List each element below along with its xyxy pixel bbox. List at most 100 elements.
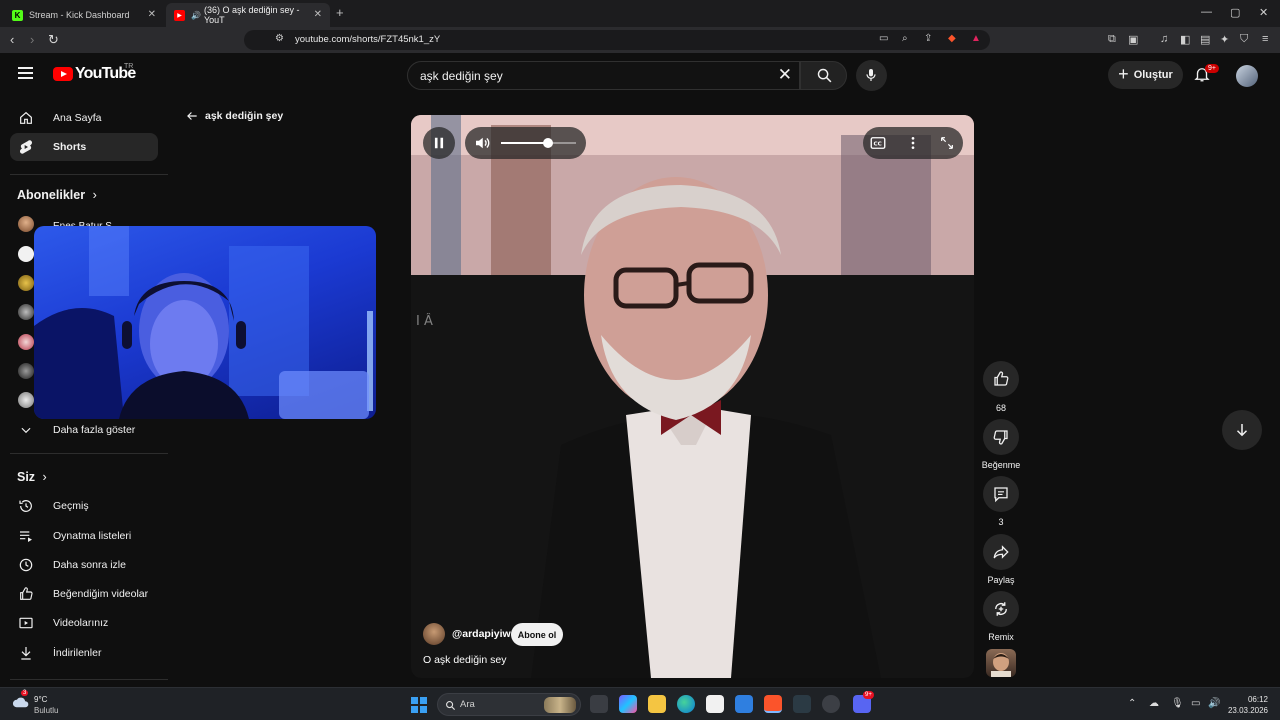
volume-slider-handle[interactable] — [542, 138, 553, 148]
create-label: Oluştur — [1133, 69, 1173, 81]
create-button[interactable]: + Oluştur — [1108, 61, 1183, 89]
hamburger-menu-icon[interactable] — [18, 67, 33, 79]
media-icon[interactable]: ♫ — [1160, 33, 1168, 45]
subscription-avatar[interactable] — [18, 304, 34, 320]
steam-icon[interactable] — [822, 695, 840, 713]
sidebar-toggle-icon[interactable]: ◧ — [1180, 33, 1190, 46]
task-view-icon[interactable] — [590, 695, 608, 713]
more-options-icon[interactable] — [905, 135, 921, 151]
pause-button[interactable] — [423, 127, 455, 159]
sidebar-item-liked-videos[interactable]: Beğendiğim videolar — [10, 580, 158, 608]
back-to-search-query[interactable]: aşk dediğin şey — [205, 110, 283, 122]
minimize-icon[interactable]: — — [1201, 6, 1212, 18]
share-page-icon[interactable]: ⇪ — [924, 33, 932, 44]
webcam-overlay — [34, 226, 376, 419]
next-short-button[interactable] — [1222, 410, 1262, 450]
browser-menu-icon[interactable]: ≡ — [1262, 33, 1268, 45]
weather-widget[interactable]: 3 — [12, 690, 30, 709]
brave-shield-icon[interactable]: ◆ — [948, 33, 956, 44]
window-close-icon[interactable]: ✕ — [1259, 6, 1268, 19]
microsoft-store-icon[interactable] — [706, 695, 724, 713]
you-heading[interactable]: Siz › — [17, 470, 47, 484]
app-icon[interactable] — [793, 695, 811, 713]
microphone-icon[interactable]: 🎙 — [1171, 698, 1184, 709]
brave-rewards-icon[interactable]: ▲ — [971, 33, 981, 44]
sound-thumbnail[interactable] — [986, 649, 1016, 677]
captions-icon[interactable]: CC — [869, 134, 887, 152]
subscriptions-heading[interactable]: Abonelikler › — [17, 188, 97, 202]
tray-expand-icon[interactable]: ⌃ — [1128, 698, 1136, 709]
share-button[interactable] — [983, 534, 1019, 570]
volume-slider[interactable] — [501, 138, 576, 148]
edge-icon[interactable] — [677, 695, 695, 713]
clear-search-icon[interactable]: ✕ — [778, 65, 792, 85]
fullscreen-icon[interactable] — [939, 135, 955, 151]
shorts-player[interactable]: I Â CC @ardapiyiw Abone ol O aşk dediğin… — [411, 115, 974, 678]
volume-icon[interactable] — [473, 134, 491, 152]
forward-icon[interactable]: › — [30, 32, 34, 47]
network-icon[interactable]: ▭ — [1191, 698, 1200, 709]
back-arrow-icon[interactable] — [185, 109, 199, 123]
site-settings-icon[interactable]: ⚙ — [275, 33, 284, 44]
vpn-shield-icon[interactable]: ⛉ — [1240, 33, 1248, 46]
kick-favicon-icon: K — [12, 9, 23, 21]
thumb-up-icon — [994, 371, 1009, 386]
subscription-avatar[interactable] — [18, 275, 34, 291]
subscription-avatar[interactable] — [18, 246, 34, 262]
sidebar-item-shorts[interactable]: Shorts — [10, 133, 158, 161]
taskbar-search-input[interactable]: Ara — [437, 693, 581, 716]
address-bar[interactable]: ⚙ youtube.com/shorts/FZT45nk1_zY ▭ ⌕ ⇪ ◆… — [244, 30, 990, 50]
sidebar-item-history[interactable]: Geçmiş — [10, 492, 158, 520]
wallet-icon[interactable]: ▤ — [1200, 33, 1210, 46]
sidebar-item-downloads[interactable]: İndirilenler — [10, 639, 158, 667]
microphone-icon — [866, 69, 876, 81]
channel-avatar[interactable] — [423, 623, 445, 645]
close-tab-icon[interactable]: ✕ — [314, 9, 322, 20]
sidebar-item-home[interactable]: Ana Sayfa — [10, 104, 158, 132]
subscription-avatar[interactable] — [18, 392, 34, 408]
zoom-icon[interactable]: ⌕ — [902, 33, 908, 44]
subscribe-button[interactable]: Abone ol — [511, 623, 563, 646]
like-button[interactable] — [983, 361, 1019, 397]
voice-search-button[interactable] — [856, 60, 887, 91]
clock-time[interactable]: 06:12 — [1240, 695, 1268, 704]
leo-ai-icon[interactable]: ✦ — [1220, 33, 1229, 46]
tab-youtube-short[interactable]: ▶ 🔊 (36) O aşk dediğin sey - YouT ✕ — [166, 3, 330, 27]
tab-search-icon[interactable]: ▣ — [1128, 33, 1138, 46]
search-input[interactable]: aşk dediğin şey ✕ — [407, 61, 800, 90]
svg-text:I Â: I Â — [416, 313, 433, 329]
back-icon[interactable]: ‹ — [10, 32, 14, 47]
onedrive-icon[interactable]: ☁ — [1149, 698, 1159, 709]
speaker-icon[interactable]: 🔊 — [1208, 698, 1220, 709]
file-explorer-icon[interactable] — [648, 695, 666, 713]
windows-start-icon[interactable] — [411, 697, 427, 713]
remix-button[interactable] — [983, 591, 1019, 627]
subscription-avatar[interactable] — [18, 216, 34, 232]
reload-icon[interactable]: ↻ — [48, 32, 59, 48]
close-tab-icon[interactable]: ✕ — [148, 9, 156, 20]
copilot-icon[interactable] — [619, 695, 637, 713]
subscription-avatar[interactable] — [18, 363, 34, 379]
channel-handle[interactable]: @ardapiyiw — [452, 628, 511, 640]
sidebar-item-playlists[interactable]: Oynatma listeleri — [10, 522, 158, 550]
mail-icon[interactable] — [735, 695, 753, 713]
tab-kick-dashboard[interactable]: K Stream - Kick Dashboard ✕ — [4, 3, 164, 27]
cast-icon[interactable]: ▭ — [879, 33, 888, 44]
clock-date[interactable]: 23.03.2026 — [1222, 706, 1268, 715]
extensions-icon[interactable]: ⧉ — [1108, 33, 1116, 46]
sidebar-item-watch-later[interactable]: Daha sonra izle — [10, 551, 158, 579]
new-tab-icon[interactable]: + — [336, 5, 344, 20]
arrow-down-icon — [1236, 424, 1248, 437]
comments-button[interactable] — [983, 476, 1019, 512]
show-more-button[interactable]: Daha fazla göster — [10, 416, 158, 444]
youtube-favicon-icon: ▶ — [174, 9, 185, 21]
restore-icon[interactable]: ▢ — [1230, 6, 1240, 19]
subscription-avatar[interactable] — [18, 334, 34, 350]
thumb-down-icon — [993, 430, 1008, 445]
account-avatar[interactable] — [1236, 65, 1258, 87]
sidebar-item-your-videos[interactable]: Videolarınız — [10, 609, 158, 637]
short-title: O aşk dediğin sey — [423, 654, 507, 666]
brave-browser-icon[interactable] — [764, 695, 782, 713]
search-button[interactable] — [800, 61, 847, 90]
dislike-button[interactable] — [983, 419, 1019, 455]
